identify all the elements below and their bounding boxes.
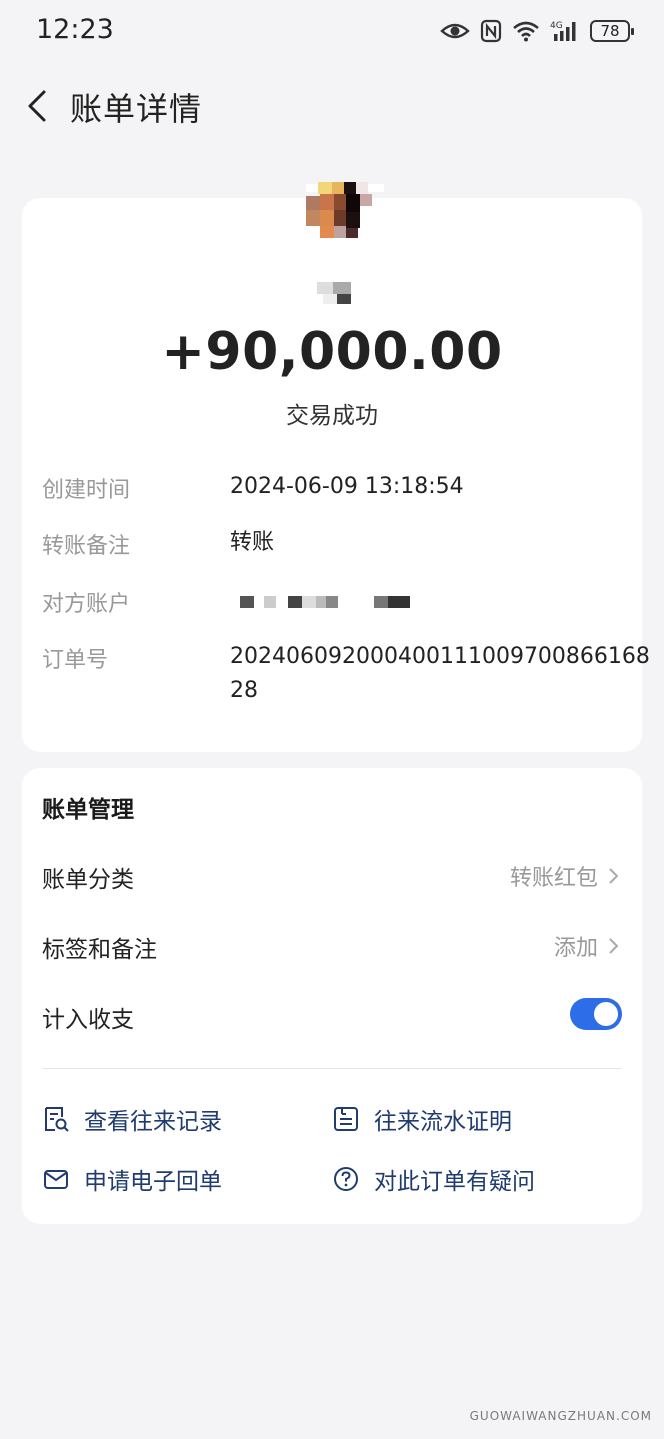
nav-bar: 账单详情 (0, 70, 664, 142)
electronic-receipt-label: 申请电子回单 (84, 1169, 222, 1195)
toggle-knob (594, 1002, 618, 1026)
order-question-button[interactable]: 对此订单有疑问 (332, 1162, 535, 1196)
count-in-budget-row: 计入收支 (42, 998, 622, 1040)
network-type-label: 4G (550, 21, 563, 31)
count-in-budget-label: 计入收支 (42, 1007, 134, 1033)
detail-label: 创建时间 (42, 478, 131, 503)
statement-proof-label: 往来流水证明 (374, 1109, 512, 1135)
transaction-amount: +90,000.00 (161, 322, 503, 382)
bill-category-row[interactable]: 账单分类 转账红包 (42, 860, 622, 900)
envelope-icon (44, 1170, 68, 1189)
statement-doc-icon (334, 1107, 358, 1131)
question-circle-icon (334, 1167, 358, 1191)
payer-avatar (306, 182, 384, 248)
cellular-signal-icon: 4G (550, 21, 576, 41)
tags-remarks-value: 添加 (553, 936, 598, 961)
bill-category-label: 账单分类 (42, 867, 134, 893)
status-time: 12:23 (36, 14, 114, 45)
detail-label: 对方账户 (42, 592, 131, 617)
chevron-right-icon (609, 938, 619, 954)
record-search-icon (45, 1107, 69, 1132)
view-history-label: 查看往来记录 (84, 1109, 222, 1135)
wifi-icon (513, 21, 539, 42)
transaction-card: +90,000.00 交易成功 创建时间 2024-06-09 13:18:54… (22, 182, 650, 752)
counterparty-account-redacted (230, 596, 430, 610)
bill-category-value: 转账红包 (509, 866, 598, 891)
back-arrow-icon[interactable] (20, 86, 60, 126)
nfc-icon (480, 19, 502, 43)
status-bar: 12:23 4G 78 (0, 0, 664, 64)
section-title: 账单管理 (42, 797, 134, 823)
bill-management-card: 账单管理 账单分类 转账红包 标签和备注 添加 计入收支 查看往来记录 往来流水… (22, 768, 642, 1224)
battery-indicator: 78 (590, 20, 634, 42)
tags-remarks-label: 标签和备注 (42, 937, 157, 963)
detail-value: 转账 (230, 530, 275, 555)
count-in-budget-toggle[interactable] (570, 998, 622, 1030)
detail-label: 转账备注 (42, 534, 131, 559)
detail-label: 订单号 (42, 648, 109, 673)
page-title: 账单详情 (70, 90, 203, 128)
divider (42, 1068, 622, 1069)
tags-remarks-row[interactable]: 标签和备注 添加 (42, 930, 622, 970)
chevron-right-icon (609, 868, 619, 884)
status-icons: 4G 78 (440, 14, 634, 48)
detail-value: 20240609200040011100970086616828 (230, 644, 650, 703)
transaction-status: 交易成功 (286, 403, 378, 429)
order-question-label: 对此订单有疑问 (374, 1169, 535, 1195)
statement-proof-button[interactable]: 往来流水证明 (332, 1102, 512, 1136)
payer-name-redacted (317, 282, 357, 306)
electronic-receipt-button[interactable]: 申请电子回单 (42, 1162, 222, 1196)
watermark: GUOWAIWANGZHUAN.COM (469, 1409, 652, 1423)
view-history-button[interactable]: 查看往来记录 (42, 1102, 222, 1136)
eye-icon (440, 23, 470, 39)
detail-value: 2024-06-09 13:18:54 (230, 474, 464, 499)
